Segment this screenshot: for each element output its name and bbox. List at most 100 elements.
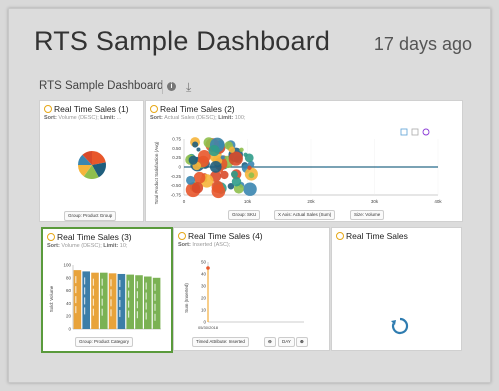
bubble[interactable] [325,166,327,168]
bar-label [110,289,112,297]
y-tick: 0 [178,165,181,170]
zoom-out-button[interactable]: ⊖ [264,337,276,347]
bubble[interactable] [211,180,224,193]
bar-label [119,279,121,287]
timed-attribute-pill[interactable]: Timed Attribute: Inserted [192,337,249,347]
bar-label [128,300,130,308]
x-tick: 0 [183,199,186,204]
loading-icon [391,317,409,335]
bar-label [136,301,138,309]
bubble-chart[interactable]: Total Product Satisfaction (Avg) 0.75 0.5… [146,101,462,221]
y-tick: 0.50 [172,146,181,151]
zoom-in-button[interactable]: ⊕ [296,337,308,347]
y-tick: -0.25 [171,174,182,179]
group-pill[interactable]: Group: Product Category [75,337,134,347]
bubble[interactable] [239,147,244,152]
bar-label [84,277,86,285]
y-axis-label: Sum (Inserted) [184,283,189,313]
bar-label [145,312,147,320]
bubble[interactable] [243,152,248,157]
bubble[interactable] [433,166,435,168]
bar-label [128,280,130,288]
divider [162,80,163,94]
bar-label [92,308,94,316]
bubble[interactable] [193,171,206,184]
bar-label [154,293,156,301]
y-tick: 20 [66,314,72,319]
panel-real-time-sales-4[interactable]: Real Time Sales (4) Sort: Inserted (ASC)… [173,227,330,351]
bubble[interactable] [228,146,236,153]
bar-label [154,283,156,291]
bar-label [145,282,147,290]
bar-chart[interactable]: Sold: Volume 100 80 60 40 20 0 [43,229,171,351]
line-chart[interactable]: Sum (Inserted) 05/30/2018 50 40 30 20 10 0 [174,228,329,350]
bar-label [84,297,86,305]
bar-label [119,309,121,317]
bar[interactable] [126,274,134,329]
x-tick: 30k [371,199,379,204]
bar-label [110,309,112,317]
bar-label [101,308,103,316]
bubble[interactable] [209,161,222,173]
y-tick: 20 [201,296,207,301]
bubble[interactable] [191,182,204,194]
info-icon[interactable]: i [167,82,176,91]
bar-label [75,296,77,304]
group-pill[interactable]: Group: SKU [228,210,261,220]
y-tick: 40 [201,272,207,277]
bubble[interactable] [208,144,220,157]
y-tick: 30 [201,284,207,289]
bubble[interactable] [231,176,242,187]
y-tick: 100 [63,263,71,268]
bubble[interactable] [230,170,238,178]
y-tick: 0 [203,320,206,325]
bubble[interactable] [220,155,225,160]
bubble[interactable] [192,141,199,148]
bar-label [92,278,94,286]
bar-label [128,310,130,318]
group-pill[interactable]: Group: Product Group [64,211,117,221]
bubble[interactable] [247,165,252,170]
page-title: RTS Sample Dashboard [34,26,331,56]
bubble[interactable] [243,182,257,196]
bar[interactable] [117,273,126,329]
bubble[interactable] [220,170,229,180]
bubble[interactable] [377,166,379,168]
bar[interactable] [152,277,161,329]
data-point[interactable] [206,266,210,270]
panel-real-time-sales-5[interactable]: Real Time Sales [331,227,462,351]
bar[interactable] [73,270,82,329]
bar-label [154,313,156,321]
pie-chart[interactable] [40,101,143,221]
bar[interactable] [100,272,108,329]
bar[interactable] [135,275,143,329]
bubble[interactable] [248,172,255,179]
y-tick: 60 [66,288,72,293]
bar-label [75,306,77,314]
panel-real-time-sales-3[interactable]: Real Time Sales (3) Sort: Volume (DESC);… [41,227,173,353]
y-tick: 50 [201,260,207,265]
bar-label [84,287,86,295]
y-tick: 0.25 [172,155,181,160]
x-axis-pill[interactable]: X Axis: Actual Sales (Sum) [274,210,336,220]
zoom-level: DAY [278,337,295,347]
x-tick: 05/30/2018 [198,325,219,330]
panel-real-time-sales-1[interactable]: Real Time Sales (1) Sort: Volume (DESC);… [39,100,144,222]
bubble[interactable] [188,155,198,165]
bar-label [110,299,112,307]
bar-label [92,288,94,296]
panel-real-time-sales-2[interactable]: Real Time Sales (2) Sort: Actual Sales (… [145,100,463,222]
bar[interactable] [82,271,90,329]
y-tick: 0 [68,327,71,332]
bubble[interactable] [228,151,243,166]
size-pill[interactable]: Size: Volume [350,210,385,220]
bar[interactable] [144,276,152,329]
bubble[interactable] [186,175,196,185]
bar[interactable] [108,273,117,329]
download-icon[interactable]: ⤓ [186,80,191,95]
dashboard-subtitle: RTS Sample Dashboard [39,80,164,92]
bar-label [84,307,86,315]
bar[interactable] [91,272,99,329]
bubble[interactable] [196,147,201,152]
last-updated: 17 days ago [373,34,472,54]
